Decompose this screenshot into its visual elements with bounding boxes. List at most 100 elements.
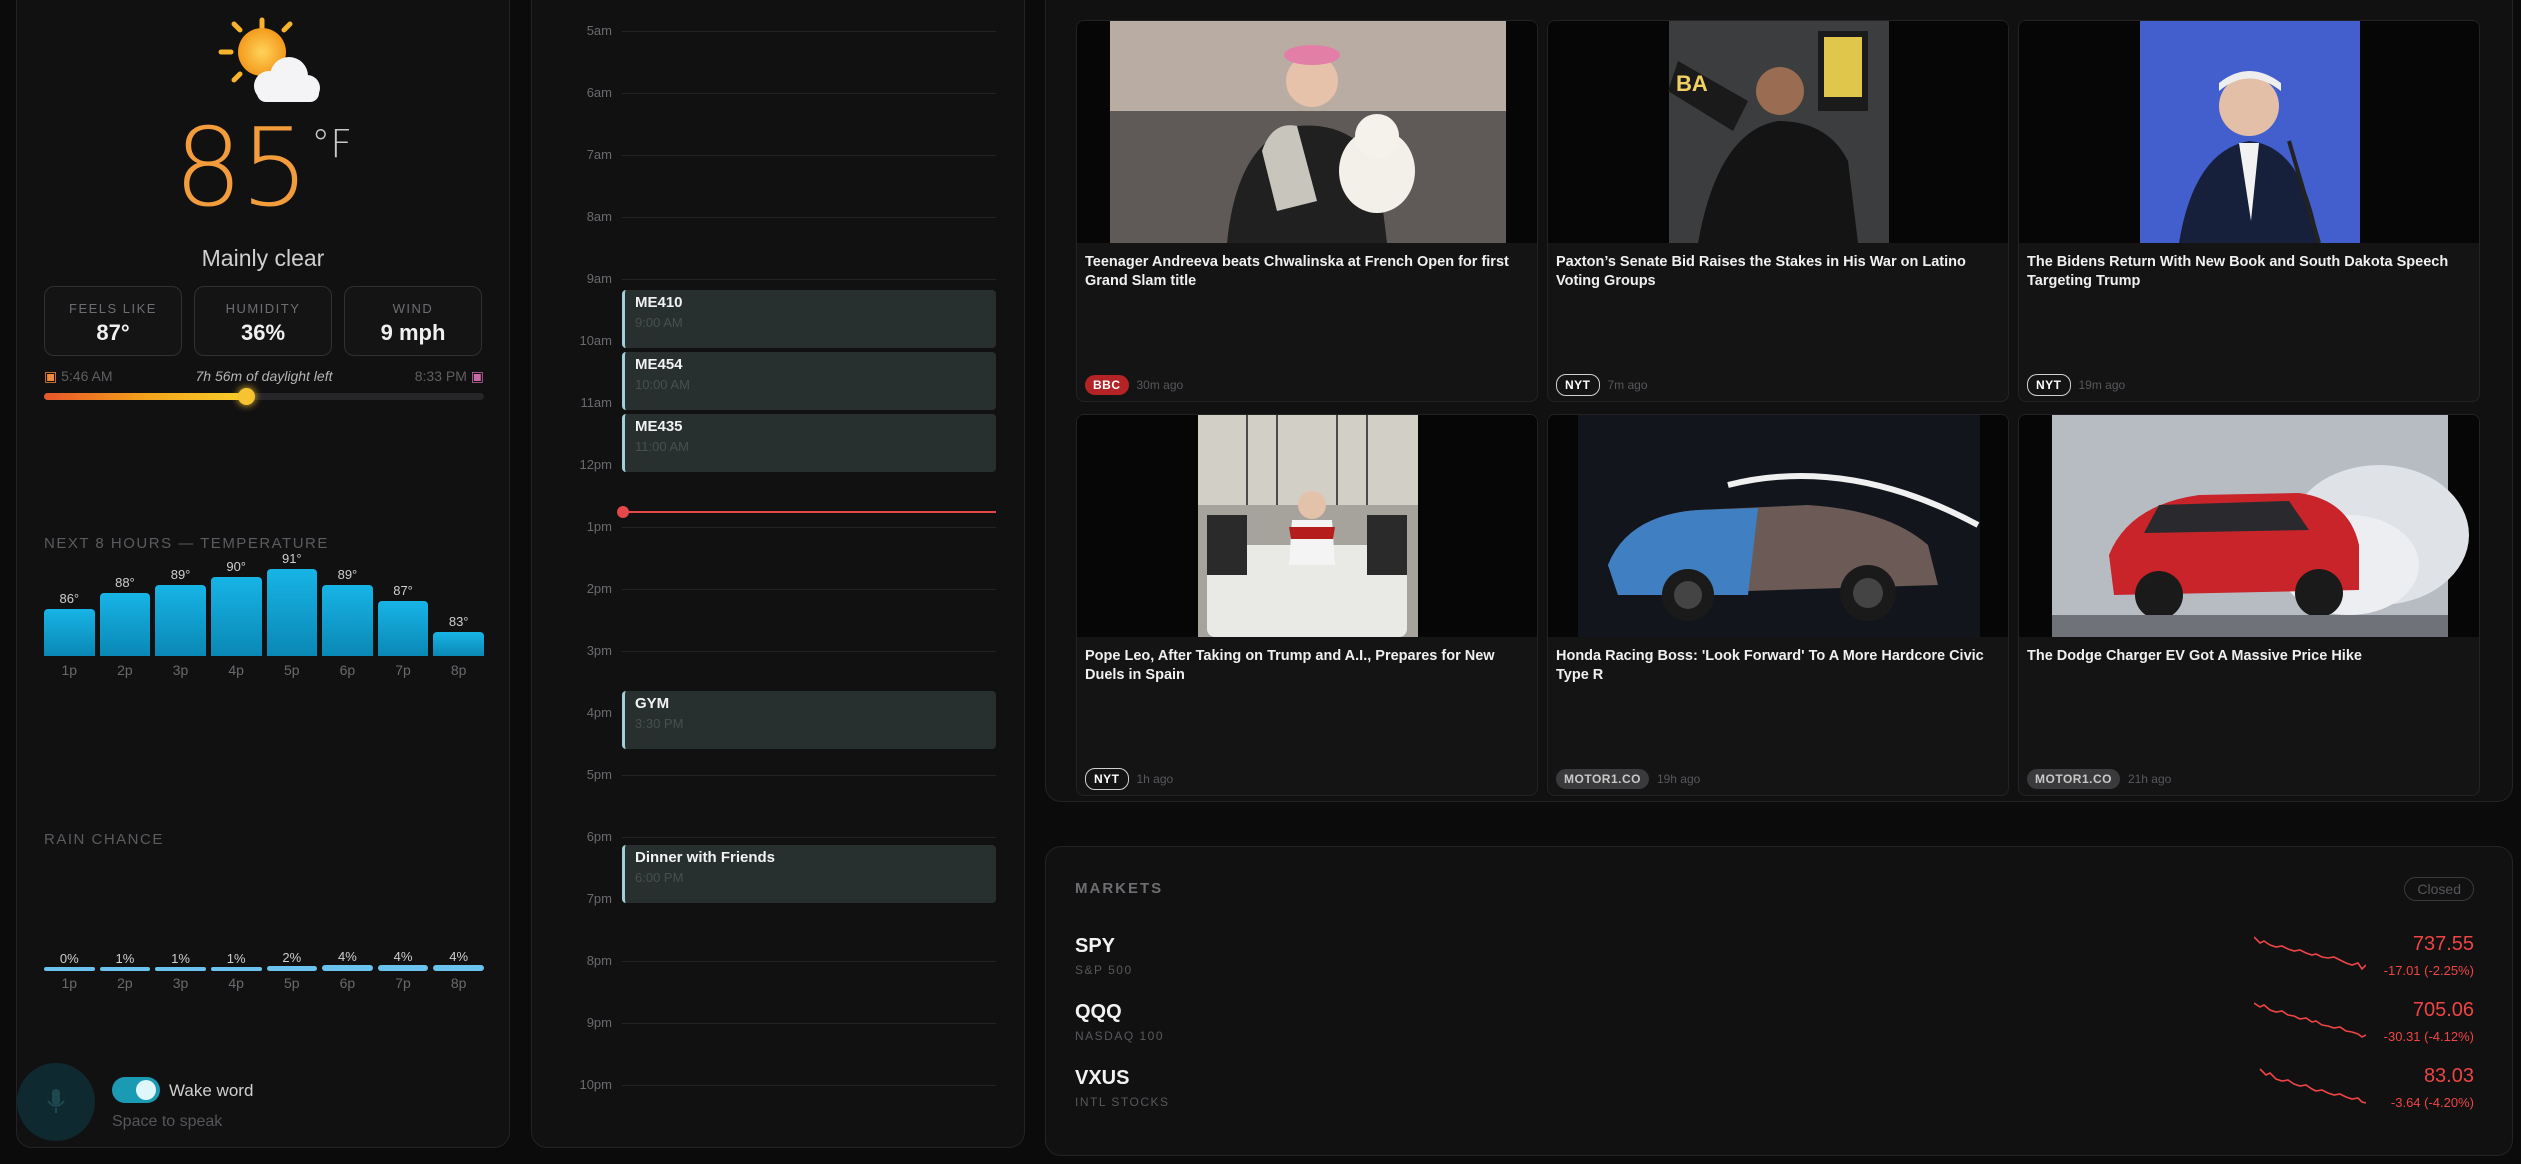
wind-card: WIND 9 mph	[344, 286, 482, 356]
rain-bar-hour: 8p	[450, 975, 467, 991]
temp-bar-value: 88°	[115, 574, 135, 590]
partly-sunny-icon	[218, 17, 320, 102]
news-card[interactable]: BA Paxton’s Senate Bid Raises the Stakes…	[1547, 20, 2009, 402]
news-headline[interactable]: The Dodge Charger EV Got A Massive Price…	[2027, 647, 2471, 666]
temp-bar-value: 90°	[226, 558, 247, 574]
source-badge: BBC	[1085, 375, 1129, 395]
rain-chance-chart: 0% 1p 1% 2p 1% 3p 1% 4p 2% 5p 4% 6p 4% 7p 4% 8p	[44, 949, 484, 1011]
rain-bar	[322, 965, 373, 971]
weather-panel: 85 °F Mainly clear FEELS LIKE 87° HUMIDIT…	[16, 0, 510, 1148]
hour-gridline	[622, 1085, 996, 1086]
hour-label: 10am	[579, 333, 612, 348]
rain-bar	[377, 965, 429, 971]
news-headline[interactable]: Pope Leo, After Taking on Trump and A.I.…	[1085, 647, 1529, 685]
sunset-time: 8:33 PM	[414, 368, 467, 384]
calendar-event[interactable]: Dinner with Friends 6:00 PM	[622, 845, 996, 903]
temp-bar-hour: 4p	[228, 662, 244, 678]
calendar-event[interactable]: ME454 10:00 AM	[622, 352, 996, 410]
hour-label: 7am	[586, 147, 612, 162]
hour-gridline	[622, 837, 996, 838]
news-age: 19h ago	[1656, 772, 1701, 786]
svg-text:BA: BA	[1676, 71, 1708, 96]
hourly-temp-chart: 86° 1p 88° 2p 89° 3p 90° 4p 91° 5p 89° 6p 87° 7p 83° 8p	[44, 551, 484, 678]
temp-bar-hour: 2p	[117, 662, 133, 678]
temp-bar	[155, 584, 206, 656]
temp-bar	[377, 600, 429, 656]
hour-gridline	[622, 589, 996, 590]
temp-bar	[322, 584, 373, 656]
hour-gridline	[622, 775, 996, 776]
ticker-name: S&P 500	[1075, 963, 1133, 977]
rain-bar-value: 4%	[393, 949, 413, 964]
wake-word-toggle[interactable]	[112, 1077, 160, 1103]
temp-bar-hour: 3p	[172, 662, 189, 678]
news-age: 30m ago	[1136, 378, 1184, 392]
news-card[interactable]: The Dodge Charger EV Got A Massive Price…	[2018, 414, 2480, 796]
temp-bar-value: 87°	[393, 582, 413, 598]
news-image: BA	[1548, 21, 2008, 243]
temp-bar	[210, 576, 262, 656]
hour-label: 10pm	[579, 1077, 612, 1092]
calendar-panel: 5am 6am 7am 8am 9am 10am 11am 12pm 1pm 2pm 3pm 4pm 5…	[531, 0, 1025, 1148]
news-headline[interactable]: Teenager Andreeva beats Chwalinska at Fr…	[1085, 253, 1529, 291]
news-panel: Teenager Andreeva beats Chwalinska at Fr…	[1045, 0, 2513, 802]
ticker-symbol: SPY	[1075, 935, 1116, 957]
hour-gridline	[622, 1023, 996, 1024]
hour-gridline	[622, 155, 996, 156]
markets-panel: MARKETS Closed SPY S&P 500 737.55 -17.01…	[1045, 846, 2513, 1156]
hour-label: 8am	[586, 209, 612, 224]
temp-bar-column: 90° 4p	[210, 558, 262, 681]
news-age: 19m ago	[2078, 378, 2126, 392]
rain-chance-title: RAIN CHANCE	[44, 831, 164, 848]
news-age: 21h ago	[2127, 772, 2172, 786]
news-headline[interactable]: Paxton’s Senate Bid Raises the Stakes in…	[1556, 253, 2000, 291]
toggle-knob	[136, 1080, 156, 1100]
temp-bar-column: 87° 7p	[377, 561, 429, 681]
rain-bar-value: 2%	[282, 950, 302, 965]
ticker-change: -17.01 (-2.25%)	[2383, 963, 2474, 978]
calendar-event[interactable]: GYM 3:30 PM	[622, 691, 996, 749]
hour-gridline	[622, 527, 996, 528]
hour-label: 11am	[580, 395, 612, 410]
calendar-event[interactable]: ME410 9:00 AM	[622, 290, 996, 348]
hour-gridline	[622, 93, 996, 94]
temp-bar	[433, 632, 484, 656]
rain-bar-hour: 1p	[61, 975, 78, 991]
current-time-line	[622, 511, 996, 513]
hour-label: 5am	[586, 23, 612, 38]
ticker-row[interactable]: VXUS INTL STOCKS 83.03 -3.64 (-4.20%)	[1075, 1065, 2474, 1127]
hour-label: 6pm	[586, 829, 612, 844]
microphone-button[interactable]	[17, 1063, 95, 1141]
news-card[interactable]: The Bidens Return With New Book and Sout…	[2018, 20, 2480, 402]
hour-label: 1pm	[586, 519, 612, 534]
ticker-row[interactable]: QQQ NASDAQ 100 705.06 -30.31 (-4.12%)	[1075, 999, 2474, 1061]
source-badge: NYT	[1556, 374, 1600, 396]
rain-bar	[99, 966, 151, 971]
sparkline	[2254, 1002, 2366, 1038]
source-badge: NYT	[2027, 374, 2071, 396]
temp-bar-hour: 7p	[395, 662, 411, 678]
temp-bar-hour: 5p	[284, 662, 300, 678]
rain-bar-value: 1%	[171, 950, 190, 966]
source-badge: MOTOR1.CO	[2027, 769, 2120, 789]
temp-bar-column: 91° 5p	[266, 551, 318, 681]
news-card[interactable]: Teenager Andreeva beats Chwalinska at Fr…	[1076, 20, 1538, 402]
hour-label: 8pm	[586, 953, 612, 968]
rain-bar-column: 4% 8p	[433, 949, 484, 991]
markets-title: MARKETS	[1075, 880, 1164, 897]
temp-bar-value: 86°	[59, 590, 80, 606]
rain-bar-column: 1% 4p	[210, 951, 262, 991]
rain-bar-column: 4% 7p	[377, 949, 429, 991]
microphone-icon	[47, 1089, 65, 1113]
calendar-event[interactable]: ME435 11:00 AM	[622, 414, 996, 472]
news-card[interactable]: Pope Leo, After Taking on Trump and A.I.…	[1076, 414, 1538, 796]
hour-gridline	[622, 279, 996, 280]
ticker-price: 83.03	[2423, 1065, 2474, 1087]
news-headline[interactable]: Honda Racing Boss: 'Look Forward' To A M…	[1556, 647, 2000, 685]
rain-bar-column: 1% 2p	[99, 951, 151, 991]
ticker-row[interactable]: SPY S&P 500 737.55 -17.01 (-2.25%)	[1075, 933, 2474, 995]
news-card[interactable]: Honda Racing Boss: 'Look Forward' To A M…	[1547, 414, 2009, 796]
rain-bar-hour: 6p	[339, 975, 356, 991]
news-headline[interactable]: The Bidens Return With New Book and Sout…	[2027, 253, 2471, 291]
market-status-badge: Closed	[2404, 877, 2474, 901]
